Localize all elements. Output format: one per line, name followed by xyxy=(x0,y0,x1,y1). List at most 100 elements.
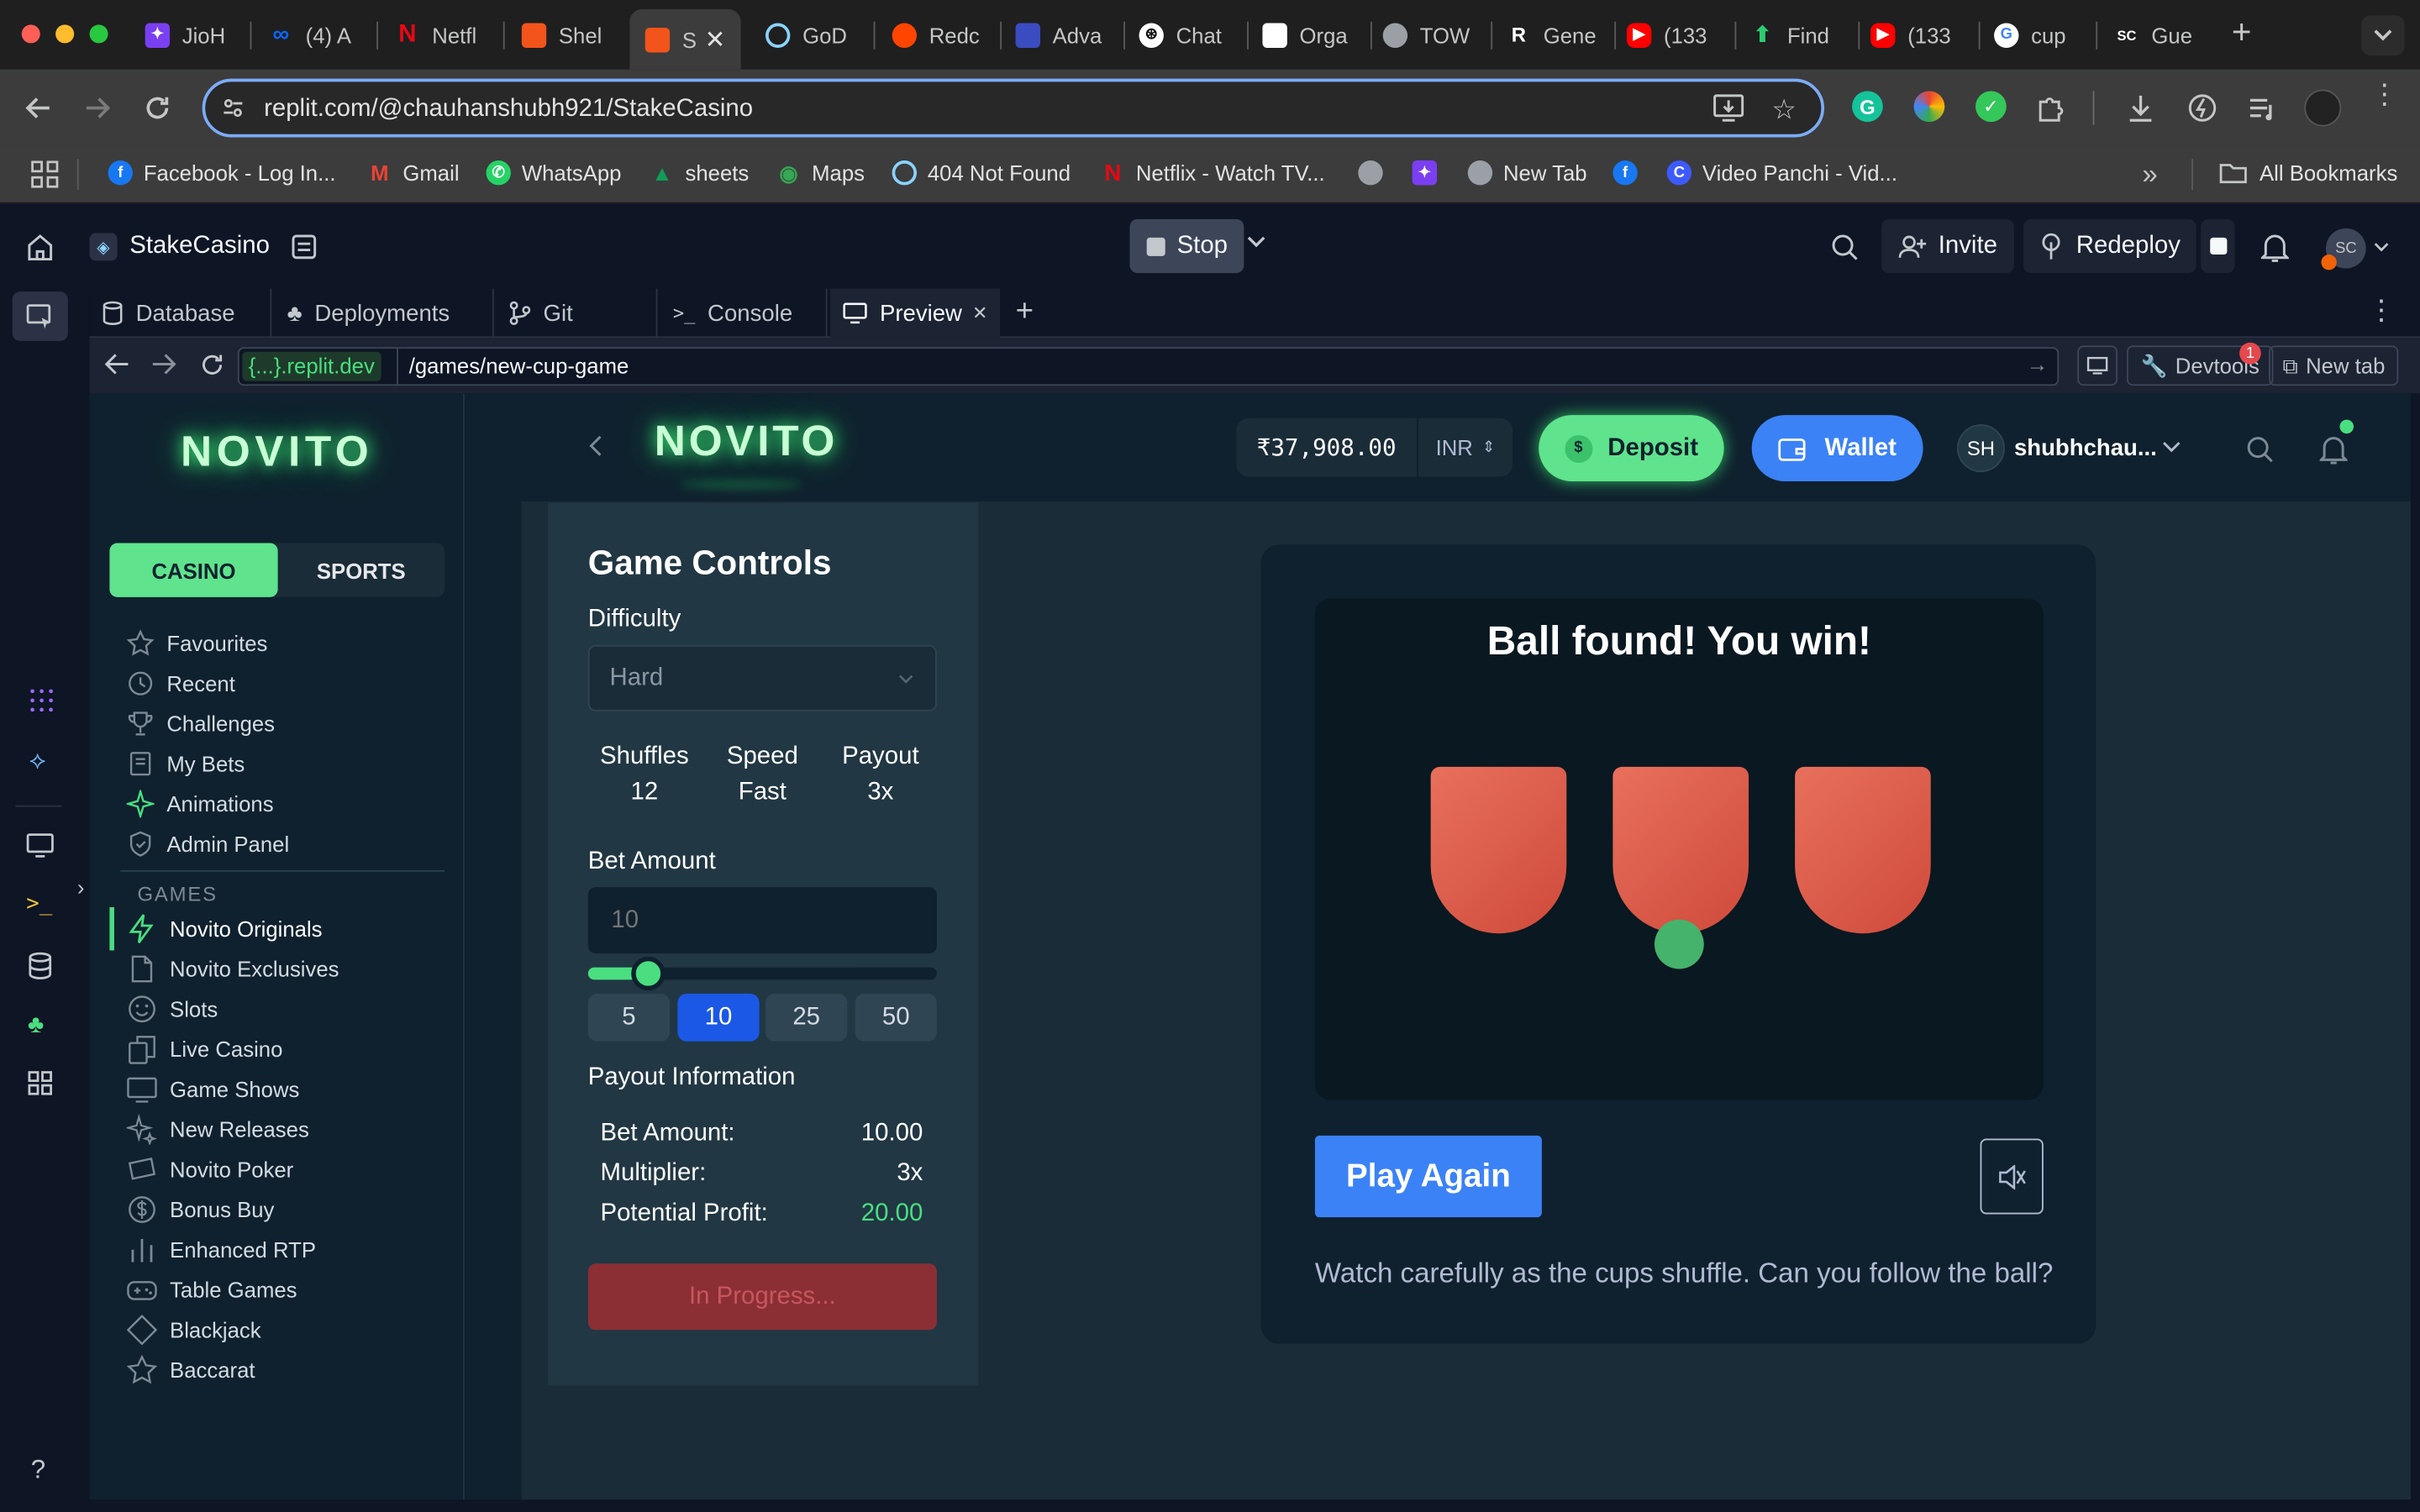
bookmark-facebook-2[interactable]: f xyxy=(1612,160,1648,186)
bookmark-whatsapp[interactable]: ✆ WhatsApp xyxy=(486,160,621,186)
cup-right[interactable] xyxy=(1795,766,1931,934)
forward-icon[interactable] xyxy=(81,91,114,124)
nav-bonus-buy[interactable]: Bonus Buy xyxy=(127,1194,274,1226)
close-window-icon[interactable] xyxy=(21,24,40,44)
nav-baccarat[interactable]: Baccarat xyxy=(126,1354,255,1386)
preview-reload-icon[interactable] xyxy=(199,352,225,378)
search-icon[interactable] xyxy=(1830,233,1858,260)
maximize-window-icon[interactable] xyxy=(89,24,108,44)
nav-animations[interactable]: Animations xyxy=(126,790,274,818)
nav-challenges[interactable]: Challenges xyxy=(127,710,275,738)
all-tools-grid-icon[interactable] xyxy=(28,1071,52,1095)
home-icon[interactable] xyxy=(26,233,54,261)
preview-url-input[interactable]: {...}.replit.dev /games/new-cup-game → xyxy=(237,347,2060,386)
bookmark-jio[interactable]: ✦ xyxy=(1412,160,1448,186)
bookmark-video-panchi[interactable]: C Video Panchi - Vid... xyxy=(1666,160,1897,186)
address-bar[interactable]: replit.com/@chauhanshubh921/StakeCasino … xyxy=(202,78,1825,138)
project-name[interactable]: StakeCasino xyxy=(129,233,270,260)
nav-my-bets[interactable]: My Bets xyxy=(127,750,245,778)
search-icon[interactable] xyxy=(2245,435,2273,463)
nav-recent[interactable]: Recent xyxy=(127,669,235,697)
cup-middle[interactable] xyxy=(1612,766,1749,934)
browser-tab[interactable]: R Gene xyxy=(1491,13,1611,57)
user-chevron-icon[interactable] xyxy=(2374,242,2389,252)
chrome-menu-icon[interactable]: ⋮ xyxy=(2370,81,2398,108)
browser-tab[interactable]: SC Gue xyxy=(2099,13,2213,57)
invite-button[interactable]: Invite xyxy=(1881,218,2014,274)
browser-tab[interactable]: ▶ (133 xyxy=(1612,13,1732,57)
bookmark-maps[interactable]: ◉ Maps xyxy=(776,160,865,185)
nav-admin-panel[interactable]: Admin Panel xyxy=(127,830,289,858)
browser-tab[interactable]: Orga xyxy=(1247,13,1367,57)
minimize-window-icon[interactable] xyxy=(55,24,75,44)
more-bookmarks-icon[interactable]: » xyxy=(2142,159,2157,192)
in-progress-button[interactable]: In Progress... xyxy=(587,1263,937,1331)
apps-grid-icon[interactable] xyxy=(31,160,59,188)
bookmark-netflix[interactable]: N Netflix - Watch TV... xyxy=(1101,160,1324,186)
wallet-button[interactable]: Wallet xyxy=(1751,415,1923,482)
bookmark-404[interactable]: 404 Not Found xyxy=(892,160,1071,186)
chip-5[interactable]: 5 xyxy=(587,993,671,1042)
tab-git[interactable]: Git xyxy=(497,288,658,339)
tab-sports[interactable]: SPORTS xyxy=(278,543,445,597)
collapse-chevron-icon[interactable] xyxy=(589,435,602,457)
reload-icon[interactable] xyxy=(140,91,174,124)
tab-preview[interactable]: Preview ✕ xyxy=(830,288,1001,339)
bet-amount-input[interactable] xyxy=(587,887,937,954)
ai-agent-icon[interactable] xyxy=(28,686,56,715)
back-icon[interactable] xyxy=(22,91,55,124)
downloads-icon[interactable] xyxy=(2123,91,2157,124)
difficulty-select[interactable]: Hard xyxy=(587,644,937,711)
deposit-button[interactable]: $ Deposit xyxy=(1539,415,1724,482)
all-bookmarks-folder[interactable]: All Bookmarks xyxy=(2219,160,2397,185)
nav-new-releases[interactable]: New Releases xyxy=(126,1114,309,1145)
tab-console[interactable]: >_ Console xyxy=(660,288,828,339)
nav-live-casino[interactable]: Live Casino xyxy=(127,1034,282,1065)
browser-tab[interactable]: ⊛ Chat xyxy=(1123,13,1244,57)
chip-25[interactable]: 25 xyxy=(765,993,848,1042)
bet-slider[interactable] xyxy=(587,956,937,991)
profile-avatar[interactable] xyxy=(2304,89,2342,127)
multiplayer-icon[interactable] xyxy=(2201,218,2235,274)
media-queue-icon[interactable] xyxy=(2245,91,2279,124)
browser-tab-active[interactable]: S ✕ xyxy=(629,9,741,70)
browser-tab[interactable]: ▶ (133 xyxy=(1855,13,1975,57)
nav-enhanced-rtp[interactable]: Enhanced RTP xyxy=(127,1234,316,1265)
expand-panel-chevron-icon[interactable]: › xyxy=(77,874,85,899)
bookmark-sheets[interactable]: ▲ sheets xyxy=(650,160,749,185)
browser-tab[interactable]: TOW xyxy=(1367,13,1487,57)
assistant-icon[interactable]: ⟡ xyxy=(29,748,45,776)
new-tab-button[interactable]: ⧉ New tab xyxy=(2269,345,2399,386)
play-again-button[interactable]: Play Again xyxy=(1314,1135,1542,1218)
go-arrow-icon[interactable]: → xyxy=(2027,352,2049,376)
grammarly-extension-icon[interactable]: G xyxy=(1852,91,1883,123)
currency-select[interactable]: INR ⇕ xyxy=(1418,418,1512,477)
preview-forward-icon[interactable] xyxy=(151,354,176,375)
add-tab-icon[interactable]: + xyxy=(1016,295,1034,330)
notifications-bell-icon[interactable] xyxy=(2260,232,2289,263)
preview-back-icon[interactable] xyxy=(104,354,129,375)
site-info-icon[interactable] xyxy=(221,96,245,120)
color-picker-extension-icon[interactable] xyxy=(1913,91,1945,123)
cup-left[interactable] xyxy=(1430,766,1567,934)
nav-game-shows[interactable]: Game Shows xyxy=(127,1074,299,1105)
database-icon[interactable] xyxy=(28,952,52,979)
preview-tool-icon[interactable] xyxy=(12,291,68,341)
username[interactable]: shubhchau... xyxy=(2014,435,2157,461)
nav-novito-poker[interactable]: Novito Poker xyxy=(127,1154,293,1185)
run-options-chevron-icon[interactable] xyxy=(1247,236,1265,249)
browser-tab[interactable]: Gcup xyxy=(1979,13,2090,57)
device-toggle-icon[interactable] xyxy=(2077,345,2118,386)
check-extension-icon[interactable]: ✓ xyxy=(1975,91,2007,123)
webview-icon[interactable] xyxy=(26,833,54,858)
deployments-icon[interactable]: ♣ xyxy=(28,1012,44,1040)
bookmark-new-tab[interactable]: New Tab xyxy=(1467,160,1587,186)
new-tab-icon[interactable]: + xyxy=(2232,13,2252,53)
stop-button[interactable]: Stop xyxy=(1129,218,1244,274)
mute-sound-icon[interactable] xyxy=(1980,1138,2044,1215)
nav-slots[interactable]: Slots xyxy=(127,994,218,1025)
tab-search-icon[interactable] xyxy=(2361,15,2405,56)
nav-novito-exclusives[interactable]: Novito Exclusives xyxy=(127,953,339,984)
sidebar-logo[interactable]: NOVITO xyxy=(90,428,465,477)
nav-table-games[interactable]: Table Games xyxy=(127,1274,297,1305)
